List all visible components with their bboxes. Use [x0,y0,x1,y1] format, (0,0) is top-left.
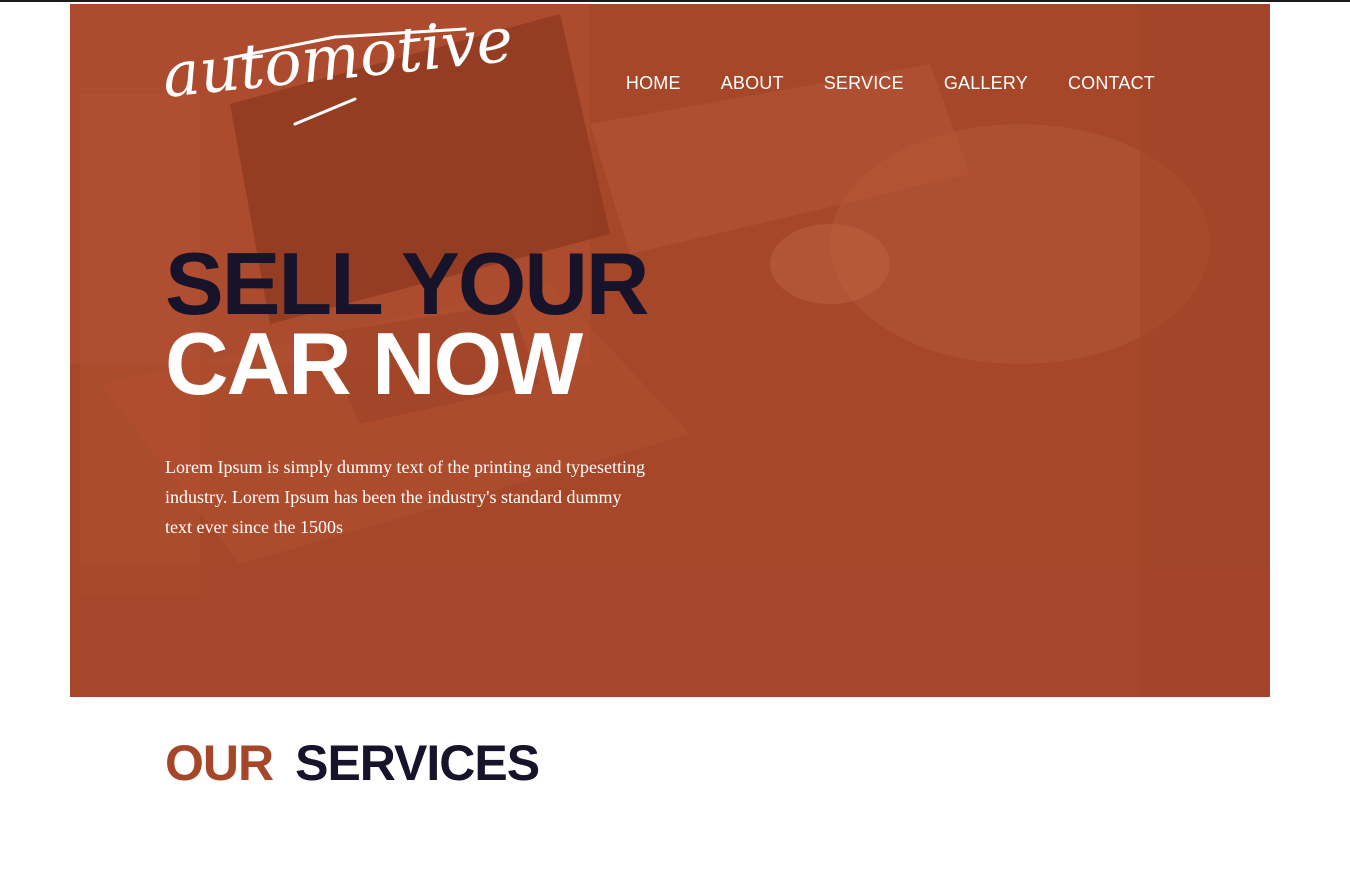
main-nav: HOME ABOUT SERVICE GALLERY CONTACT [626,73,1155,94]
nav-about[interactable]: ABOUT [721,73,784,94]
services-heading: OUR SERVICES [165,734,540,792]
brand-logo[interactable]: automotive [159,4,516,129]
services-heading-main: SERVICES [295,735,540,791]
headline-line-2: CAR NOW [165,314,583,413]
services-heading-accent: OUR [165,735,274,791]
nav-service[interactable]: SERVICE [824,73,904,94]
nav-contact[interactable]: CONTACT [1068,73,1155,94]
hero-banner: automotive HOME ABOUT SERVICE GALLERY CO… [70,4,1270,697]
nav-gallery[interactable]: GALLERY [944,73,1028,94]
logo-wordmark: automotive [159,4,516,126]
nav-home[interactable]: HOME [626,73,681,94]
headline-line-1: SELL YOUR [165,234,649,333]
hero-headline: SELL YOUR CAR NOW [165,234,649,413]
hero-description: Lorem Ipsum is simply dummy text of the … [165,457,645,537]
